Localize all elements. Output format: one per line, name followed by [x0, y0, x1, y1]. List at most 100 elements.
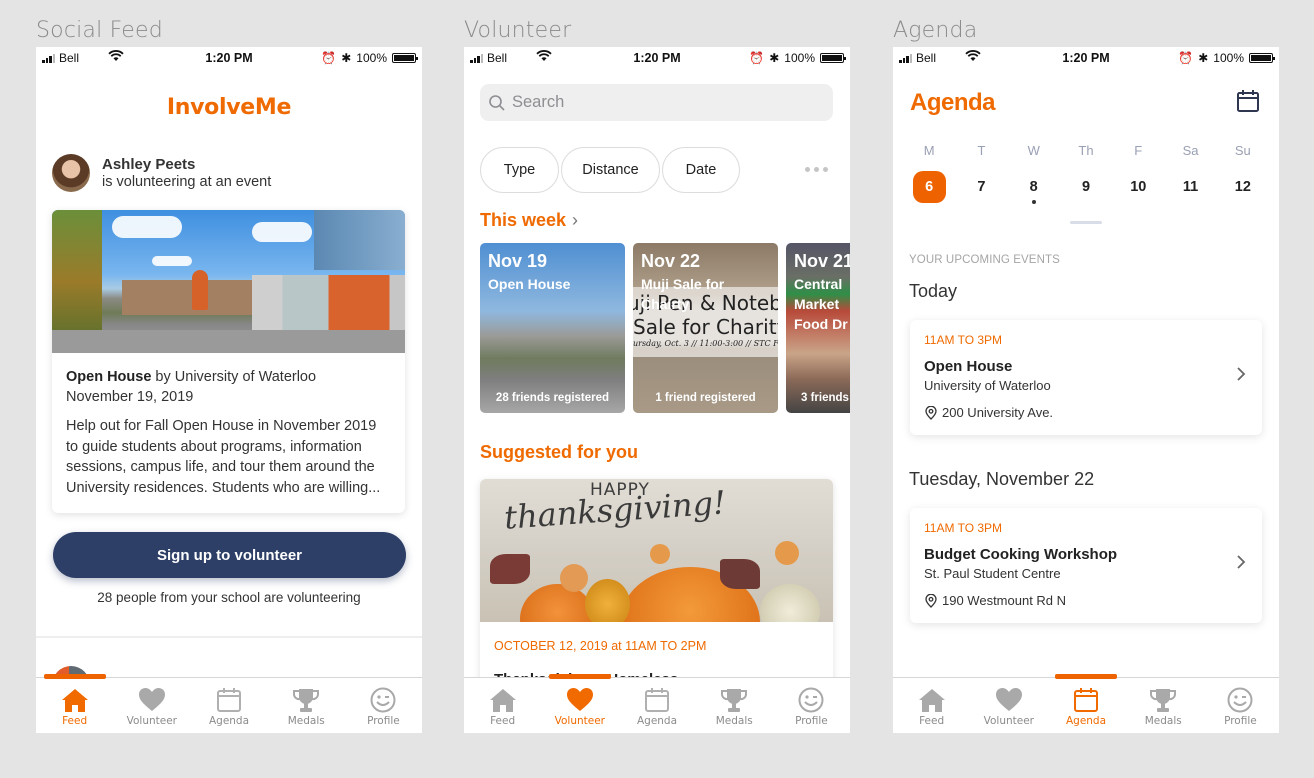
suggested-event-card[interactable]: HAPPY thanksgiving! OCTOBER 12, 2019 at … — [480, 479, 833, 709]
date-cell[interactable]: 8 — [1008, 171, 1060, 204]
date-number[interactable]: 11 — [1174, 171, 1207, 203]
tab-bar: Feed Volunteer Agenda Medals Profile — [893, 674, 1279, 733]
home-icon — [489, 689, 516, 712]
filter-type[interactable]: Type — [480, 147, 559, 193]
event-image: HAPPY thanksgiving! — [480, 479, 833, 622]
tab-volunteer[interactable]: Volunteer — [113, 678, 190, 733]
event-title: Muji Sale for Chairty — [641, 276, 725, 312]
date-number[interactable]: 12 — [1226, 171, 1259, 203]
date-number[interactable]: 9 — [1069, 171, 1102, 203]
tab-agenda[interactable]: Agenda — [1047, 674, 1124, 733]
alarm-icon: ⏰ — [749, 51, 765, 65]
event-card[interactable]: 11AM TO 3PM Open House University of Wat… — [910, 320, 1262, 435]
avatar[interactable] — [52, 154, 90, 192]
sign-up-volunteer-button[interactable]: Sign up to volunteer — [53, 532, 406, 578]
tab-label: Medals — [1144, 715, 1182, 727]
date-cell[interactable]: 9 — [1060, 171, 1112, 203]
tab-label: Profile — [1224, 715, 1257, 727]
tab-label: Profile — [795, 715, 828, 727]
tab-profile[interactable]: Profile — [345, 678, 422, 733]
event-time: 11AM TO 3PM — [924, 521, 1003, 535]
this-week-header[interactable]: This week › — [480, 210, 578, 231]
page-title: Agenda — [910, 89, 996, 116]
tab-volunteer[interactable]: Volunteer — [541, 674, 618, 733]
battery-percent: 100% — [784, 51, 815, 65]
date-number[interactable]: 10 — [1122, 171, 1155, 203]
location-pin-icon — [925, 405, 937, 420]
artboard-label-feed: Social Feed — [36, 18, 163, 43]
heart-icon — [138, 688, 165, 711]
smiley-icon — [798, 687, 824, 713]
tab-medals[interactable]: Medals — [268, 678, 345, 733]
week-event-card[interactable]: Nov 19 Open House 28 friends registered — [480, 243, 625, 413]
filter-date[interactable]: Date — [662, 147, 740, 193]
battery-icon — [392, 53, 418, 63]
date-cell[interactable]: 7 — [955, 171, 1007, 203]
search-input[interactable]: Search — [480, 84, 833, 121]
post-divider — [36, 636, 422, 638]
date-cell[interactable]: 10 — [1112, 171, 1164, 203]
poster-text: ursday, Oct. 3 // 11:00-3:00 // STC F — [633, 339, 778, 348]
active-tab-indicator — [548, 674, 611, 679]
event-date: Nov 19 — [488, 251, 548, 271]
event-image — [52, 210, 405, 353]
smiley-icon — [1227, 687, 1253, 713]
event-date: November 19, 2019 — [66, 389, 194, 405]
chevron-right-icon: › — [572, 210, 579, 230]
drag-handle[interactable] — [1070, 221, 1102, 224]
event-card[interactable]: 11AM TO 3PM Budget Cooking Workshop St. … — [910, 508, 1262, 623]
bluetooth-icon: ✱ — [341, 51, 352, 65]
upcoming-events-label: YOUR UPCOMING EVENTS — [909, 254, 1060, 266]
event-post-card[interactable]: Open House by University of Waterloo Nov… — [52, 210, 405, 513]
event-organizer: by University of Waterloo — [151, 369, 317, 385]
tab-agenda[interactable]: Agenda — [190, 678, 267, 733]
app-logo: InvolveMe — [166, 95, 292, 120]
suggested-date: OCTOBER 12, 2019 at 11AM TO 2PM — [494, 639, 707, 653]
weekday-label: W — [1027, 143, 1040, 158]
date-cell[interactable]: 12 — [1217, 171, 1269, 203]
event-date: Nov 21 — [794, 251, 850, 271]
post-header: Ashley Peets is volunteering at an event — [52, 154, 271, 192]
more-filters-icon[interactable] — [805, 167, 828, 172]
tab-medals[interactable]: Medals — [696, 678, 773, 733]
weekday-label: F — [1134, 143, 1143, 158]
active-tab-indicator — [1055, 674, 1117, 679]
artboard-label-volunteer: Volunteer — [464, 18, 572, 43]
poster-text: Sale for Charity — [633, 315, 778, 339]
calendar-icon[interactable] — [1236, 89, 1260, 113]
post-action: is volunteering at an event — [102, 174, 272, 190]
date-number[interactable]: 8 — [1017, 171, 1050, 203]
filter-distance[interactable]: Distance — [561, 147, 660, 193]
date-selected[interactable]: 6 — [912, 171, 946, 203]
battery-percent: 100% — [356, 51, 387, 65]
event-address-row: 200 University Ave. — [924, 405, 1053, 420]
post-user-name[interactable]: Ashley Peets — [102, 156, 271, 173]
week-event-card[interactable]: uji Pen & Notebo Sale for Charity ursday… — [633, 243, 778, 413]
tab-feed[interactable]: Feed — [36, 674, 113, 733]
tab-volunteer[interactable]: Volunteer — [970, 678, 1047, 733]
feed-screen: Bell 1:20 PM ⏰ ✱ 100% InvolveMe Ashley P… — [36, 47, 422, 733]
date-cell[interactable]: 11 — [1164, 171, 1216, 203]
tab-feed[interactable]: Feed — [893, 678, 970, 733]
search-placeholder: Search — [512, 93, 565, 111]
tab-agenda[interactable]: Agenda — [618, 678, 695, 733]
tab-profile[interactable]: Profile — [773, 678, 850, 733]
event-dot — [1031, 200, 1036, 204]
date-number[interactable]: 7 — [965, 171, 998, 203]
this-week-carousel[interactable]: Nov 19 Open House 28 friends registered … — [480, 243, 850, 413]
date-cell[interactable]: 6 — [903, 171, 955, 203]
tab-feed[interactable]: Feed — [464, 678, 541, 733]
weekday-label: Su — [1234, 143, 1251, 158]
bluetooth-icon: ✱ — [1198, 51, 1209, 65]
tab-profile[interactable]: Profile — [1202, 678, 1279, 733]
tab-medals[interactable]: Medals — [1125, 678, 1202, 733]
event-organizer: University of Waterloo — [924, 378, 1051, 393]
weekday-label: Sa — [1182, 143, 1199, 158]
chevron-right-icon — [1237, 555, 1246, 569]
week-event-card[interactable]: Nov 21 Central Market Food Dr 3 friends — [786, 243, 850, 413]
event-address: 200 University Ave. — [942, 405, 1054, 420]
event-title[interactable]: Open House — [66, 369, 151, 385]
volunteer-count-note: 28 people from your school are volunteer… — [97, 590, 361, 605]
filter-chips: Type Distance Date — [480, 147, 740, 193]
smiley-icon — [370, 687, 396, 713]
